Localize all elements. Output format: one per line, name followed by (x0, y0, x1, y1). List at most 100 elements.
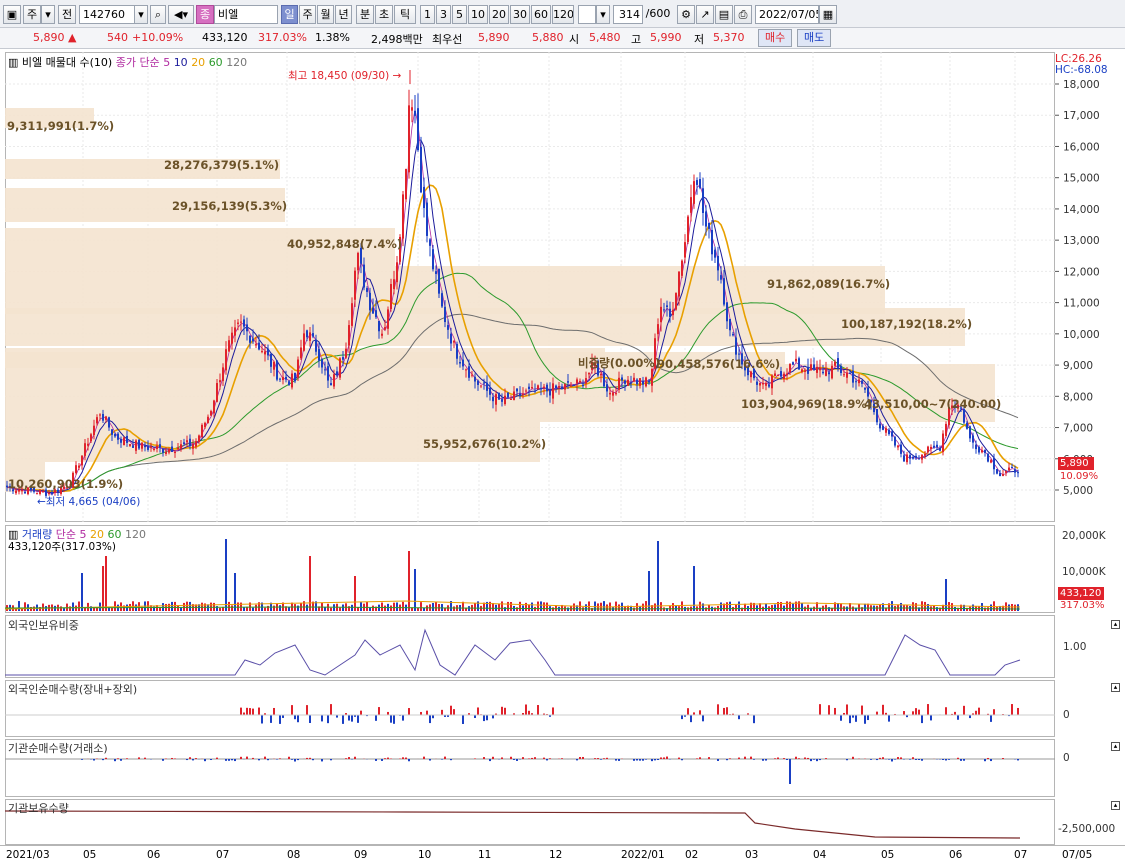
save-icon[interactable]: ▤ (715, 5, 733, 24)
volume-bar (852, 606, 854, 611)
candle-body (498, 392, 500, 400)
sell-button[interactable]: 매도 (797, 29, 832, 47)
code-input[interactable]: 142760 (79, 5, 135, 24)
foreign-net-bar (393, 715, 395, 724)
current-volume-tag: 433,120 (1058, 587, 1104, 600)
minute-3[interactable]: 3 (436, 5, 451, 24)
foreign-net-bar (294, 715, 296, 720)
candle-body (474, 376, 476, 382)
date-input[interactable]: 2022/07/05 (755, 5, 819, 24)
count-input[interactable]: 314 (613, 5, 643, 24)
candle-body (570, 385, 572, 387)
volume-bar (675, 605, 677, 611)
candle-body (771, 375, 773, 389)
code-dropdown-icon[interactable]: ▾ (134, 5, 148, 24)
name-field[interactable]: 비엘 (214, 5, 278, 24)
foreign-net-canvas[interactable] (5, 680, 1055, 737)
minute-5[interactable]: 5 (452, 5, 467, 24)
candle-body (735, 337, 737, 355)
draw-tool-icon[interactable]: ↗ (696, 5, 714, 24)
inst-net-canvas[interactable] (5, 739, 1055, 797)
minute-120[interactable]: 120 (552, 5, 574, 24)
panel-close-icon[interactable]: ▴ (1111, 742, 1120, 751)
name-tag[interactable]: 종 (196, 5, 214, 24)
period-second[interactable]: 초 (375, 5, 393, 24)
candle-body (972, 435, 974, 443)
volume-bar (837, 603, 839, 611)
volume-bar (1014, 604, 1016, 611)
search-icon[interactable]: ⌕ (150, 5, 166, 24)
volume-bar (828, 607, 830, 611)
period-tick[interactable]: 틱 (394, 5, 416, 24)
inst-hold-canvas[interactable] (5, 799, 1055, 845)
period-week[interactable]: 주 (299, 5, 316, 24)
market-select[interactable]: 주 (23, 5, 41, 24)
panel-close-icon[interactable]: ▴ (1111, 683, 1120, 692)
period-month[interactable]: 월 (317, 5, 334, 24)
volume-chart-canvas[interactable] (5, 525, 1055, 613)
candle-body (264, 351, 266, 355)
candle-body (804, 370, 806, 372)
market-dropdown-icon[interactable]: ▾ (41, 5, 55, 24)
inst-net-bar (606, 757, 608, 759)
period-day[interactable]: 일 (281, 5, 298, 24)
inst-net-bar (798, 758, 800, 759)
period-minute[interactable]: 분 (356, 5, 374, 24)
inst-net-bar (990, 759, 992, 762)
volume-bar (765, 603, 767, 611)
candle-body (825, 368, 827, 376)
candle-body (153, 448, 155, 450)
candle-body (840, 366, 842, 373)
candle-body (894, 437, 896, 446)
candle-body (147, 446, 149, 450)
inst-net-bar (789, 759, 791, 784)
panel-close-icon[interactable]: ▴ (1111, 801, 1120, 810)
candle-body (444, 306, 446, 323)
volume-bar (729, 601, 731, 611)
candle-body (990, 460, 992, 463)
inst-net-bar (615, 759, 617, 761)
candle-body (1002, 474, 1004, 476)
x-label: 10 (418, 849, 432, 861)
minute-20[interactable]: 20 (489, 5, 509, 24)
candle-body (135, 440, 137, 451)
volume-bar (654, 603, 656, 611)
period-year[interactable]: 년 (335, 5, 352, 24)
custom-period-input[interactable] (578, 5, 596, 24)
candle-body (801, 369, 803, 372)
minute-1[interactable]: 1 (420, 5, 435, 24)
foreign-net-bar (1011, 704, 1013, 715)
volume-bar (1011, 604, 1013, 611)
volume-bar (81, 573, 83, 611)
candle-body (273, 361, 275, 370)
candle-body (126, 435, 128, 443)
calendar-icon[interactable]: ▦ (819, 5, 837, 24)
price-chart-canvas[interactable] (5, 52, 1055, 522)
candle-body (630, 382, 632, 384)
current-price: 5,890 (33, 31, 65, 44)
minute-60[interactable]: 60 (531, 5, 551, 24)
volume-bar (366, 601, 368, 611)
candle-body (114, 433, 116, 437)
minute-10[interactable]: 10 (468, 5, 488, 24)
candle-body (378, 320, 380, 332)
volume-bar (507, 601, 509, 611)
buy-button[interactable]: 매수 (758, 29, 793, 47)
x-label: 12 (549, 849, 563, 861)
volume-bar (738, 601, 740, 611)
candle-body (864, 387, 866, 390)
settings-icon[interactable]: ⚙ (677, 5, 695, 24)
candle-body (162, 448, 164, 453)
foreign-ratio-canvas[interactable] (5, 615, 1055, 678)
window-icon[interactable]: ▣ (3, 5, 21, 24)
prev-button[interactable]: 전 (58, 5, 76, 24)
foreign-net-tick: 0 (1063, 709, 1070, 721)
print-icon[interactable]: ⎙ (734, 5, 752, 24)
minute-30[interactable]: 30 (510, 5, 530, 24)
inst-net-bar (945, 759, 947, 761)
volume-bar (813, 606, 815, 611)
panel-close-icon[interactable]: ▴ (1111, 620, 1120, 629)
sound-icon[interactable]: ◀▾ (168, 5, 194, 24)
custom-period-dropdown-icon[interactable]: ▾ (596, 5, 610, 24)
candle-body (729, 318, 731, 331)
